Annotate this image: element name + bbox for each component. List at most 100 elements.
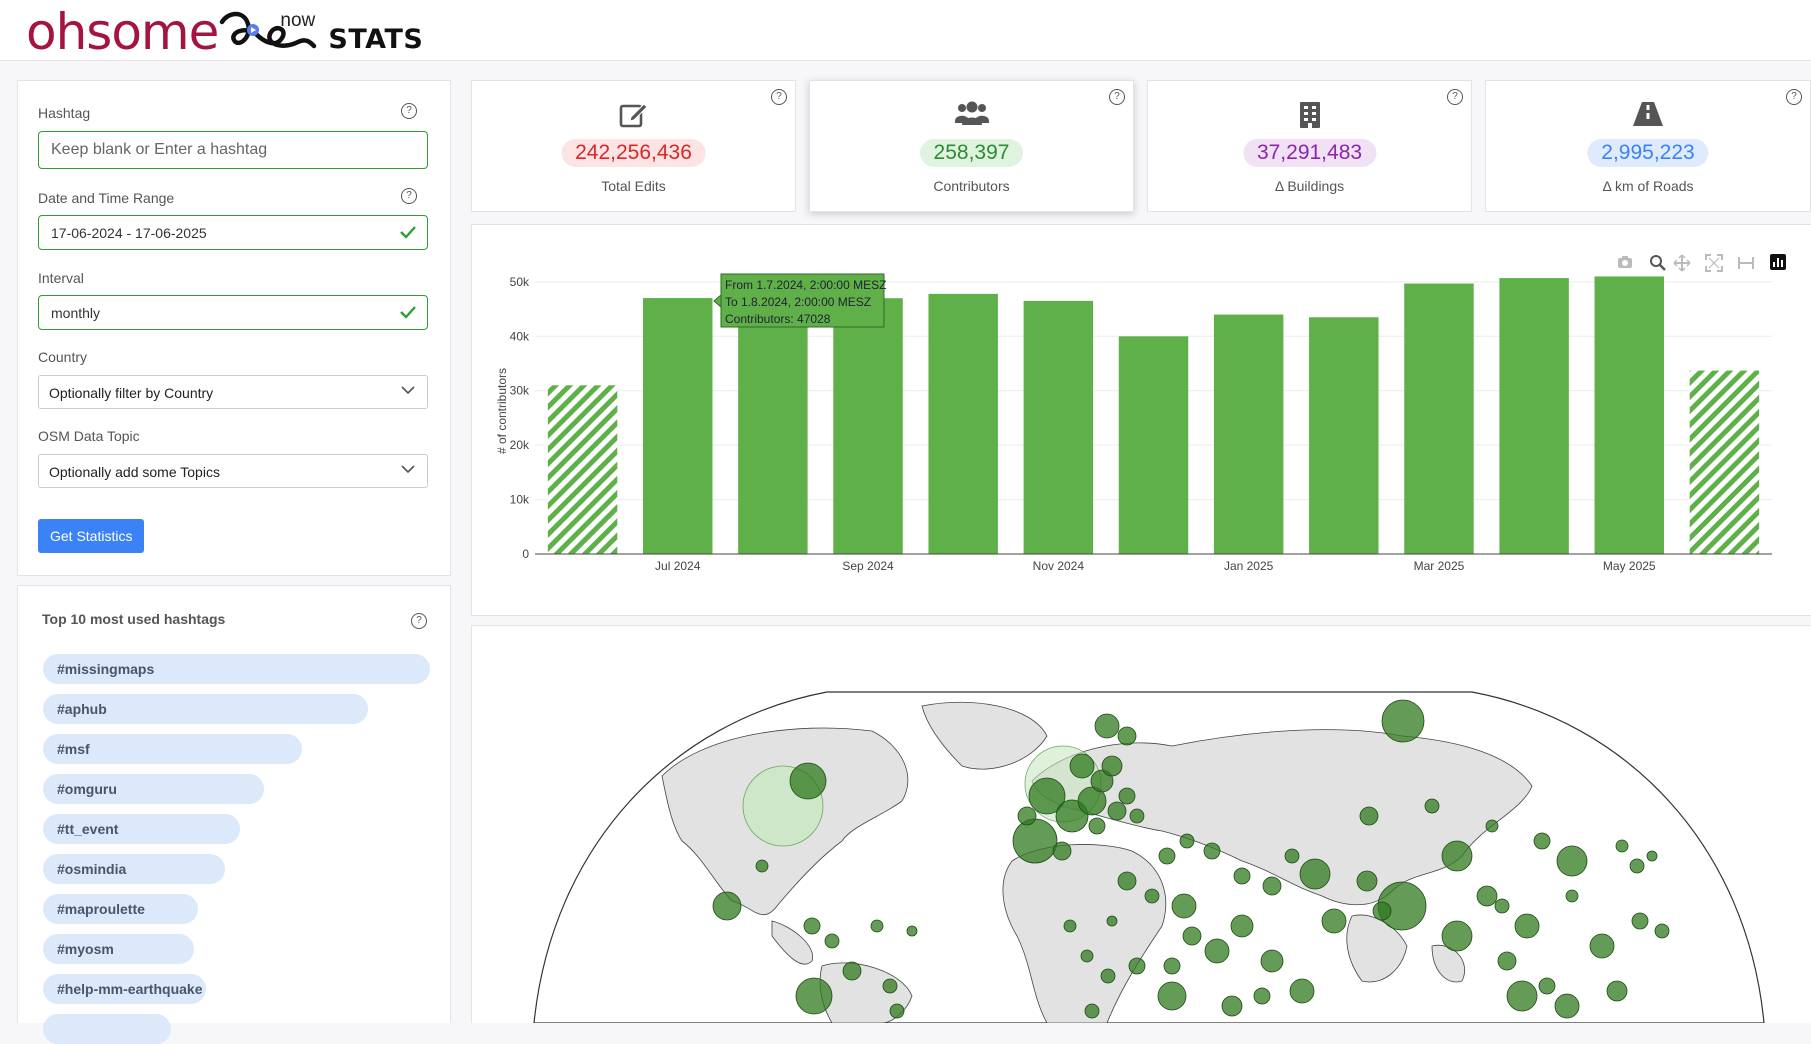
date-range-input[interactable]: 17-06-2024 - 17-06-2025 (38, 215, 428, 250)
pan-icon[interactable] (1673, 254, 1691, 272)
stat-card-roads[interactable]: 2,995,223 Δ km of Roads ? (1485, 80, 1811, 212)
hashtag-item[interactable]: #omguru (43, 774, 264, 804)
stat-help-icon[interactable]: ? (1786, 89, 1802, 105)
top-hashtags-help-icon[interactable]: ? (411, 613, 427, 629)
x-tick-label: Sep 2024 (842, 559, 894, 573)
x-tick-label: Jan 2025 (1224, 559, 1274, 573)
get-statistics-button[interactable]: Get Statistics (38, 519, 145, 553)
logo-ohsome-text: ohsome (26, 3, 219, 61)
y-axis-label: # of contributors (495, 368, 509, 454)
hashtag-item[interactable]: #tt_event (43, 814, 240, 844)
x-tick-label: Nov 2024 (1033, 559, 1085, 573)
logo-now-text: now (280, 10, 316, 31)
bar-oct-2024[interactable] (928, 293, 998, 554)
bar-mar-2025[interactable] (1404, 283, 1474, 554)
hashtag-item[interactable]: #msf (43, 734, 302, 764)
interval-input[interactable]: monthly (38, 295, 428, 330)
valid-check-icon (400, 226, 416, 239)
hashtag-item[interactable]: #myosm (43, 934, 194, 964)
topic-select[interactable]: Optionally add some Topics (38, 454, 428, 488)
bar-dec-2024[interactable] (1118, 336, 1189, 554)
x-tick-label: May 2025 (1603, 559, 1656, 573)
world-map-panel[interactable] (471, 625, 1811, 1023)
y-tick-label: 40k (510, 329, 530, 343)
topic-label: OSM Data Topic (38, 428, 140, 444)
hashtag-input-placeholder: Keep blank or Enter a hashtag (51, 141, 268, 158)
zoom-icon[interactable] (1650, 255, 1666, 271)
y-axis-ticks: 0 10k 20k 30k 40k 50k (510, 275, 530, 561)
logo-stats-text: STATS (328, 24, 424, 55)
filter-form-panel: Hashtag ? Keep blank or Enter a hashtag … (17, 80, 451, 576)
chevron-down-icon (401, 465, 415, 474)
chevron-down-icon (401, 386, 415, 395)
bar-may-2025[interactable] (1594, 276, 1665, 554)
hashtag-item[interactable]: #osmindia (43, 854, 225, 884)
world-bubble-map[interactable] (472, 626, 1811, 1023)
plotly-logo-icon[interactable] (1770, 254, 1786, 270)
hashtag-item[interactable]: #aphub (43, 694, 368, 724)
stat-label: Δ Buildings (1274, 178, 1345, 194)
interval-label: Interval (38, 270, 84, 286)
topic-select-value: Optionally add some Topics (49, 464, 220, 480)
hashtag-label: Hashtag (38, 105, 91, 121)
top-hashtags-panel: Top 10 most used hashtags ? #missingmaps… (17, 585, 451, 1044)
top-hashtags-title: Top 10 most used hashtags (42, 611, 226, 627)
bar-apr-2025[interactable] (1499, 278, 1569, 554)
tooltip-line-2: To 1.8.2024, 2:00:00 MESZ (725, 295, 871, 309)
camera-icon[interactable] (1618, 256, 1632, 268)
contributors-chart-panel: # of contributors 0 10k 20k 30k 40k 50k Jul 2… (471, 224, 1811, 616)
hashtag-item[interactable]: #help-mm-earthquake (43, 974, 206, 1004)
stat-card-buildings[interactable]: 37,291,483 Δ Buildings ? (1147, 80, 1472, 212)
stat-value: 242,256,436 (561, 139, 706, 167)
stat-card-total-edits[interactable]: 242,256,436 Total Edits ? (471, 80, 796, 212)
contributors-bar-chart[interactable]: # of contributors 0 10k 20k 30k 40k 50k Jul 2… (472, 225, 1811, 615)
y-tick-label: 50k (510, 275, 530, 289)
interval-value: monthly (51, 305, 101, 321)
stat-label: Total Edits (601, 178, 666, 194)
bar-nov-2024[interactable] (1023, 300, 1094, 554)
bar-sep-2024[interactable] (833, 298, 903, 554)
hashtag-item[interactable] (43, 1014, 171, 1044)
y-tick-label: 10k (510, 493, 530, 507)
stat-label: Δ km of Roads (1602, 178, 1694, 194)
stat-help-icon[interactable]: ? (771, 89, 787, 105)
stat-label: Contributors (933, 178, 1010, 194)
y-tick-label: 30k (510, 384, 530, 398)
bar-jul-2024[interactable] (642, 298, 713, 554)
edit-icon (619, 103, 648, 128)
autoscale-icon[interactable] (1705, 254, 1723, 272)
app-header: ohsome now STATS (0, 0, 1811, 61)
reset-axes-icon[interactable] (1738, 257, 1754, 269)
chart-toolbar (1618, 254, 1786, 272)
hashtag-input[interactable]: Keep blank or Enter a hashtag (38, 131, 428, 169)
country-select-value: Optionally filter by Country (49, 385, 214, 401)
y-tick-label: 0 (522, 547, 529, 561)
x-tick-label: Mar 2025 (1414, 559, 1465, 573)
bar-jun-2024[interactable] (547, 385, 618, 554)
stat-help-icon[interactable]: ? (1109, 89, 1125, 105)
stat-value: 2,995,223 (1587, 139, 1709, 167)
bar-feb-2025[interactable] (1309, 317, 1379, 554)
bar-aug-2024[interactable] (738, 298, 808, 554)
date-range-help-icon[interactable]: ? (401, 188, 417, 204)
valid-check-icon (400, 306, 416, 319)
users-icon (954, 101, 989, 125)
tooltip-line-1: From 1.7.2024, 2:00:00 MESZ (725, 278, 886, 292)
stat-value: 37,291,483 (1242, 139, 1377, 167)
hashtag-item[interactable]: #maproulette (43, 894, 198, 924)
country-select[interactable]: Optionally filter by Country (38, 375, 428, 409)
building-icon (1299, 102, 1320, 128)
country-label: Country (38, 349, 88, 365)
app-logo[interactable]: ohsome now STATS (26, 4, 423, 60)
hashtag-item[interactable]: #missingmaps (43, 654, 430, 684)
bar-jan-2025[interactable] (1213, 314, 1284, 554)
x-tick-label: Jul 2024 (655, 559, 701, 573)
hashtag-help-icon[interactable]: ? (401, 103, 417, 119)
bar-jun-2025[interactable] (1689, 370, 1760, 554)
tooltip-line-3: Contributors: 47028 (725, 312, 831, 326)
stat-value: 258,397 (919, 139, 1024, 167)
stat-help-icon[interactable]: ? (1447, 89, 1463, 105)
stat-card-contributors[interactable]: 258,397 Contributors ? (809, 80, 1134, 212)
road-icon (1633, 102, 1663, 126)
x-axis-ticks: Jul 2024 Sep 2024 Nov 2024 Jan 2025 Mar 2025… (655, 559, 1656, 573)
